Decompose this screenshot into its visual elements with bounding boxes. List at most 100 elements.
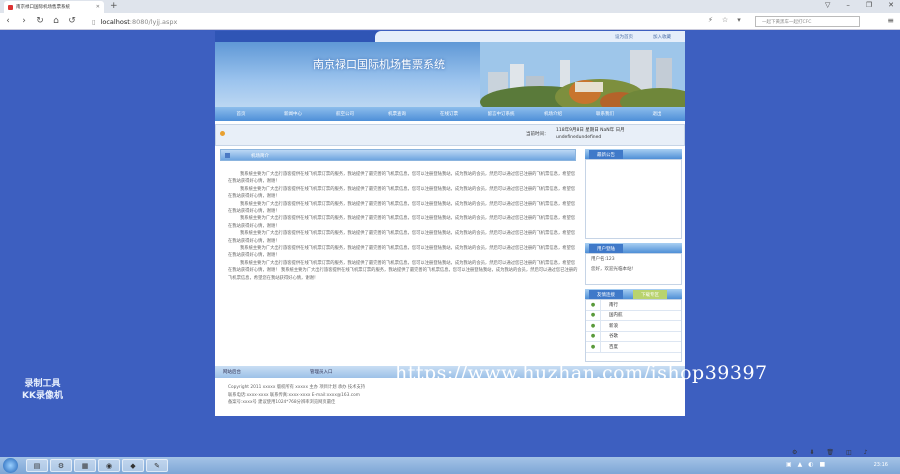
browser-menu-icon[interactable]: ≡ (887, 16, 894, 25)
panel-title: 机场简介 (251, 154, 269, 159)
favicon-icon (8, 4, 13, 10)
list-item[interactable]: ● 谷歌 (586, 331, 681, 342)
add-favorite-link[interactable]: 加入收藏 (653, 34, 671, 40)
close-window-icon[interactable]: ✕ (888, 1, 894, 9)
recorder-logo: 录制工具 KK录像机 (22, 378, 63, 402)
status-icons: ⚙ ⬇ 🗑 ◫ ♪ (792, 449, 868, 456)
menu-item-airlines[interactable]: 航空公司 (319, 111, 371, 117)
copyright-line: Copyright 2011 xxxxx 版权所有 xxxxx 主办 项目计划 … (228, 385, 366, 390)
main-menu: 首页 新闻中心 航空公司 机票查询 在线订票 留言中订系统 机场介绍 联系我们 … (215, 107, 685, 121)
trash-icon[interactable]: 🗑 (826, 449, 834, 456)
start-button[interactable] (3, 458, 18, 473)
menu-item-contact[interactable]: 联系我们 (579, 111, 631, 117)
user-name: 用户名:123 (591, 257, 615, 262)
dropdown-icon[interactable]: ▾ (737, 16, 741, 24)
info-bar: 当前时间： 118年9月8日 星期日 NaN年 日月 undefinedunde… (215, 124, 685, 146)
top-strip: 设为首页 加入收藏 (215, 31, 685, 42)
tab-title: 南京禄口国际机场售票系统 (16, 5, 70, 10)
bullet-icon: ● (590, 322, 596, 329)
menu-item-airport-intro[interactable]: 机场介绍 (527, 111, 579, 117)
recorder-line2: KK录像机 (22, 391, 63, 401)
bullet-icon: ● (590, 333, 596, 340)
intro-text: 我系统主要为广大出行旅客提供在线飞机票订票的服务，我站提供了最完善的飞机票信息，… (228, 171, 578, 282)
intro-paragraph: 我系统主要为广大出行旅客提供在线飞机票订票的服务，我站提供了最完善的飞机票信息，… (228, 246, 576, 259)
reload-icon[interactable]: ↻ (32, 16, 48, 26)
contact-line: 联系电话:xxxx-xxxx 联系传真:xxxx-xxxx E-mail:xxx… (228, 392, 360, 398)
announcements-box (585, 159, 682, 239)
intro-paragraph: 我系统主要为广大出行旅客提供在线飞机票订票的服务，我站提供了最完善的飞机票信息，… (228, 172, 576, 185)
user-login-header: 用户登陆 (585, 243, 682, 253)
new-tab-button[interactable]: + (110, 1, 118, 11)
city-skyline-image (480, 42, 685, 107)
links-title[interactable]: 友情连接 (589, 290, 623, 299)
menu-item-messages[interactable]: 留言中订系统 (475, 111, 527, 117)
sound-icon[interactable]: ◐ (808, 461, 813, 468)
links-header: 友情连接 下载专区 (585, 289, 682, 299)
datetime-label: 当前时间： (526, 132, 549, 137)
bullet-icon: ● (590, 343, 596, 350)
home-icon[interactable]: ⌂ (48, 16, 64, 26)
list-item[interactable]: ● 百度 (586, 342, 681, 353)
undo-icon[interactable]: ↺ (64, 16, 80, 26)
downloads-tab[interactable]: 下载专区 (633, 290, 667, 299)
network-icon[interactable]: ▲ (798, 461, 803, 468)
window-controls: ▽ – ❐ ✕ (825, 1, 894, 9)
bullet-icon (220, 131, 225, 136)
user-welcome: 您好，欢迎光临本站! (591, 267, 634, 272)
set-homepage-link[interactable]: 设为首页 (615, 34, 633, 40)
star-icon[interactable]: ☆ (722, 16, 728, 24)
recorder-line1: 录制工具 (24, 379, 61, 389)
forward-icon[interactable]: › (16, 16, 32, 26)
tool-icon[interactable]: ⚙ (792, 449, 797, 456)
menu-item-news[interactable]: 新闻中心 (267, 111, 319, 117)
panel-icon (225, 153, 230, 158)
list-item[interactable]: ● 国内航 (586, 310, 681, 321)
intro-paragraph: 我系统主要为广大出行旅客提供在线飞机票订票的服务，我站提供了最完善的飞机票信息，… (228, 216, 576, 229)
clock[interactable]: 23:16 (874, 462, 888, 468)
announcements-header: 最新公告 (585, 149, 682, 159)
taskbar: ▤ ⚙ ▦ ◉ ◆ ✎ ▣ ▲ ◐ ■ 23:16 (0, 457, 900, 474)
taskbar-app-settings[interactable]: ⚙ (50, 459, 72, 472)
maximize-icon[interactable]: ❐ (866, 1, 872, 9)
zoom-icon[interactable]: ◫ (846, 449, 852, 456)
url-host: localhost (100, 17, 130, 26)
power-icon[interactable]: ■ (820, 461, 826, 468)
links-box: ● 南行 ● 国内航 ● 新浪 ● 谷歌 ● 百度 (585, 299, 682, 362)
site-title: 南京禄口国际机场售票系统 (313, 58, 445, 71)
menu-item-home[interactable]: 首页 (215, 111, 267, 117)
list-item[interactable]: ● 新浪 (586, 321, 681, 332)
admin-backend-link[interactable]: 网站后台 (223, 369, 241, 375)
window-menu-icon[interactable]: ▽ (825, 1, 830, 9)
menu-item-ticket-search[interactable]: 机票查询 (371, 111, 423, 117)
browser-tab[interactable]: 南京禄口国际机场售票系统 ✕ (4, 1, 104, 13)
admin-entry-link[interactable]: 管理员入口 (310, 369, 333, 375)
browser-tab-strip: 南京禄口国际机场售票系统 ✕ + ▽ – ❐ ✕ (0, 0, 900, 13)
list-item[interactable]: ● 南行 (586, 300, 681, 311)
address-bar[interactable]: ▯ localhost:8080/lyjj.aspx (92, 16, 692, 27)
minimize-icon[interactable]: – (846, 1, 850, 9)
tray-app-icon[interactable]: ▣ (786, 461, 792, 468)
taskbar-app-ide[interactable]: ◆ (122, 459, 144, 472)
download-icon[interactable]: ⬇ (809, 449, 814, 456)
menu-item-logout[interactable]: 退出 (631, 111, 683, 117)
tab-close-icon[interactable]: ✕ (96, 4, 100, 10)
menu-item-booking[interactable]: 在线订票 (423, 111, 475, 117)
back-icon[interactable]: ‹ (0, 16, 16, 26)
panel-header: 机场简介 (220, 149, 576, 161)
flash-icon[interactable]: ⚡ (708, 16, 713, 24)
web-page: 设为首页 加入收藏 南京禄口国际机场售票系统 首页 新闻中心 航空公司 机票查询… (215, 31, 685, 416)
record-line: 备案号:xxxx号 建议使用1024*768分辨率浏览网页最佳 (228, 400, 336, 405)
volume-icon[interactable]: ♪ (864, 449, 868, 456)
search-input[interactable]: 一起下黄黑车一起打CFC (755, 16, 860, 27)
taskbar-app-browser[interactable]: ◉ (98, 459, 120, 472)
browser-toolbar: ‹ › ↻ ⌂ ↺ ▯ localhost:8080/lyjj.aspx ⚡ ☆… (0, 13, 900, 30)
taskbar-app-notes[interactable]: ✎ (146, 459, 168, 472)
announcements-title[interactable]: 最新公告 (589, 150, 623, 159)
user-login-title[interactable]: 用户登陆 (589, 244, 623, 253)
taskbar-app-folder[interactable]: ▦ (74, 459, 96, 472)
intro-paragraph: 我系统主要为广大出行旅客提供在线飞机票订票的服务，我站提供了最完善的飞机票信息，… (228, 186, 576, 200)
footer: Copyright 2011 xxxxx 版权所有 xxxxx 主办 项目计划 … (228, 384, 365, 407)
toolbar-icons: ⚡ ☆ ▾ (708, 16, 741, 24)
taskbar-app-explorer[interactable]: ▤ (26, 459, 48, 472)
intro-paragraph: 我系统主要为广大出行旅客提供在线飞机票订票的服务，我站提供了最完善的飞机票信息，… (228, 260, 578, 281)
